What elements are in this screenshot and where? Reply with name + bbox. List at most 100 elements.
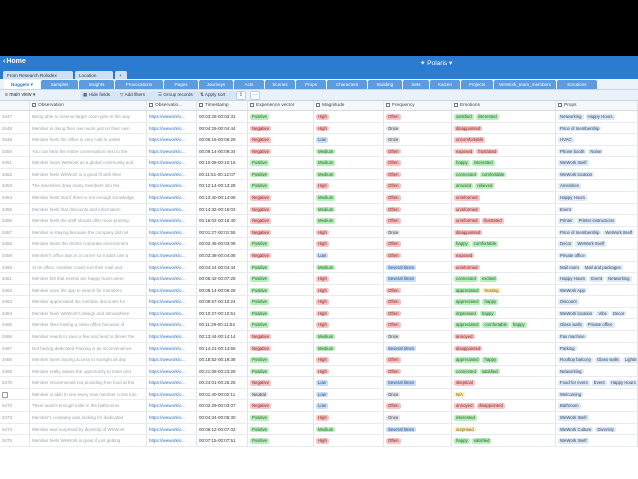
- experience-vector-cell[interactable]: Positive: [248, 284, 314, 296]
- props-cell[interactable]: WeWork Itself: [556, 412, 638, 423]
- magnitude-cell[interactable]: Medium: [314, 192, 384, 203]
- frequency-cell[interactable]: Often: [384, 157, 452, 168]
- observation-link-cell[interactable]: https://wework/o...: [147, 180, 197, 192]
- props-cell[interactable]: Event: [556, 203, 638, 215]
- observation-link-cell[interactable]: https://wework/o...: [147, 168, 197, 180]
- emotions-cell[interactable]: N/A: [452, 388, 556, 400]
- observation-cell[interactable]: Not having dedicated Parking is an incon…: [30, 342, 147, 354]
- magnitude-cell[interactable]: Low: [314, 400, 384, 412]
- frequency-cell[interactable]: Often: [384, 249, 452, 261]
- frequency-cell[interactable]: Several times: [384, 342, 452, 354]
- timestamp-cell[interactable]: 00:07:15-00:07:51: [197, 435, 248, 446]
- magnitude-cell[interactable]: Medium: [314, 215, 384, 226]
- observation-cell[interactable]: Member is doing their own work just on t…: [30, 122, 147, 134]
- table-row[interactable]: 3463 Member appreciated the member discou…: [0, 296, 638, 308]
- emotions-cell[interactable]: happy satisfied: [452, 435, 556, 446]
- experience-vector-cell[interactable]: Positive: [248, 354, 314, 365]
- row-number-cell[interactable]: 3466: [0, 330, 30, 342]
- timestamp-cell[interactable]: 00:13:40-00:14:08: [197, 192, 248, 203]
- row-number-cell[interactable]: 3447: [0, 111, 30, 122]
- experience-vector-cell[interactable]: Negative: [248, 134, 314, 145]
- row-number-cell[interactable]: 3467: [0, 342, 30, 354]
- table-row[interactable]: 3455 Member feels that discounts and info…: [0, 203, 638, 216]
- timestamp-cell[interactable]: 00:03:28-00:03:31: [197, 111, 248, 122]
- magnitude-cell[interactable]: Medium: [314, 261, 384, 273]
- table-row[interactable]: 3475 Member feels WeWork is great if just…: [0, 435, 638, 447]
- table-row[interactable]: 3449 Member feels the office is very cold…: [0, 134, 638, 146]
- props-cell[interactable]: Fax machine: [556, 330, 638, 342]
- magnitude-cell[interactable]: High: [314, 226, 384, 238]
- experience-vector-cell[interactable]: Negative: [248, 400, 314, 412]
- observation-link-cell[interactable]: https://wework/o...: [147, 111, 197, 122]
- observation-cell[interactable]: Member recommends not providing free foo…: [30, 377, 147, 388]
- props-cell[interactable]: Happy Hours: [556, 192, 638, 203]
- column-header-timestamp[interactable]: Timestamp: [197, 101, 248, 110]
- table-row[interactable]: 3468 Member loves having access to sunlig…: [0, 354, 638, 366]
- table-row[interactable]: 3466 Member needs to save a few and lead …: [0, 330, 638, 343]
- timestamp-cell[interactable]: 00:11:51-00:12:07: [197, 168, 248, 180]
- table-row[interactable]: 3467 Not having dedicated Parking is an i…: [0, 342, 638, 355]
- experience-vector-cell[interactable]: Negative: [248, 122, 314, 134]
- magnitude-cell[interactable]: Low: [314, 134, 384, 145]
- record-tab[interactable]: From Research Rolodex: [3, 71, 73, 79]
- observation-link-cell[interactable]: https://wework/o...: [147, 226, 197, 238]
- magnitude-cell[interactable]: High: [314, 284, 384, 296]
- emotions-cell[interactable]: uncomfortable: [452, 134, 556, 145]
- emotions-cell[interactable]: appreciated happy: [452, 354, 556, 365]
- observation-cell[interactable]: Member loves WeWork as a global communit…: [30, 157, 147, 168]
- base-title[interactable]: ✦ Polaris ▾: [420, 59, 452, 67]
- timestamp-cell[interactable]: 00:04:24-00:04:44: [197, 261, 248, 273]
- frequency-cell[interactable]: Several times: [384, 377, 452, 388]
- row-number-cell[interactable]: 3468: [0, 354, 30, 365]
- table-row[interactable]: 3451 Member loves WeWork as a global comm…: [0, 157, 638, 169]
- tab-projects[interactable]: Projects: [461, 80, 493, 89]
- row-number-cell[interactable]: 3454: [0, 192, 30, 203]
- frequency-cell[interactable]: Once: [384, 134, 452, 145]
- experience-vector-cell[interactable]: Positive: [248, 111, 314, 122]
- experience-vector-cell[interactable]: Positive: [248, 273, 314, 284]
- frequency-cell[interactable]: Often: [384, 192, 452, 203]
- timestamp-cell[interactable]: 00:10:27-00:10:51: [197, 307, 248, 319]
- emotions-cell[interactable]: happy interested: [452, 157, 556, 168]
- tab-wework-team-members[interactable]: WeWork_team_members: [494, 80, 556, 89]
- magnitude-cell[interactable]: Low: [314, 249, 384, 261]
- observation-link-cell[interactable]: https://wework/o...: [147, 261, 197, 273]
- timestamp-cell[interactable]: 00:21:08-00:23:28: [197, 365, 248, 377]
- magnitude-cell[interactable]: High: [314, 180, 384, 192]
- row-number-cell[interactable]: 3472: [0, 400, 30, 412]
- magnitude-cell[interactable]: High: [314, 354, 384, 365]
- table-row[interactable]: 3447 Being able to reserve larger room ge…: [0, 111, 638, 123]
- experience-vector-cell[interactable]: Negative: [248, 249, 314, 261]
- observation-cell[interactable]: Member is staying because the company di…: [30, 226, 147, 238]
- add-filters-button[interactable]: ▽ Add filters: [120, 92, 145, 98]
- timestamp-cell[interactable]: 00:04:29-00:04:44: [197, 122, 248, 134]
- tab-kaizen[interactable]: Kaizen: [430, 80, 460, 89]
- row-number-cell[interactable]: 3449: [0, 134, 30, 145]
- props-cell[interactable]: Phone booth Noise: [556, 145, 638, 157]
- table-row[interactable]: 3456 Member feels the staff should offer …: [0, 215, 638, 227]
- row-number-cell[interactable]: 3470: [0, 377, 30, 388]
- props-cell[interactable]: Price of membership WeWork Itself: [556, 226, 638, 238]
- add-record-tab-button[interactable]: +: [115, 71, 127, 79]
- table-row[interactable]: 3458 Member loves the clients corporate e…: [0, 238, 638, 250]
- magnitude-cell[interactable]: High: [314, 365, 384, 377]
- table-row[interactable]: 3472 There wasn't enough toilet in the ba…: [0, 400, 638, 413]
- frequency-cell[interactable]: Often: [384, 307, 452, 319]
- observation-cell[interactable]: Member likes having a clean office becau…: [30, 319, 147, 330]
- row-number-cell[interactable]: 3474: [0, 423, 30, 435]
- frequency-cell[interactable]: Once: [384, 330, 452, 342]
- observation-cell[interactable]: Member feels the office is very cold in …: [30, 134, 147, 145]
- frequency-cell[interactable]: Often: [384, 284, 452, 296]
- timestamp-cell[interactable]: 00:14:32-00:15:02: [197, 203, 248, 215]
- experience-vector-cell[interactable]: Positive: [248, 319, 314, 330]
- home-link[interactable]: ‹Home: [3, 58, 26, 65]
- table-row[interactable]: 3461 Member felt that events are happy ho…: [0, 273, 638, 285]
- observation-link-cell[interactable]: https://wework/o...: [147, 435, 197, 446]
- timestamp-cell[interactable]: 00:01:27-00:01:55: [197, 226, 248, 238]
- props-cell[interactable]: Amenities: [556, 180, 638, 192]
- row-number-cell[interactable]: 3473: [0, 412, 30, 423]
- table-row[interactable]: 3448 Member is doing their own work just …: [0, 122, 638, 135]
- frequency-cell[interactable]: Often: [384, 203, 452, 215]
- observation-cell[interactable]: Member feels WeWork is great if just get…: [30, 435, 147, 446]
- observation-cell[interactable]: At its office, member could sort their m…: [30, 261, 147, 273]
